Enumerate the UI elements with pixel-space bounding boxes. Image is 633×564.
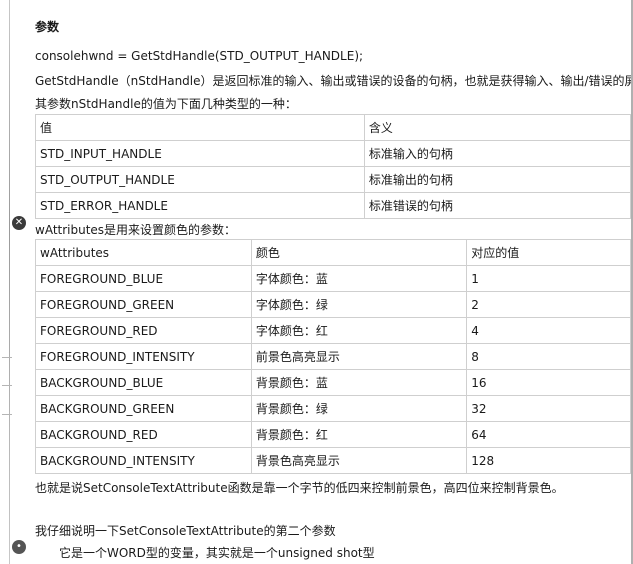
table-row: FOREGROUND_INTENSITY 前景色高亮显示 8 bbox=[35, 343, 631, 370]
table-header-cell: 含义 bbox=[363, 114, 631, 141]
attributes-table: wAttributes 颜色 对应的值 FOREGROUND_BLUE 字体颜色… bbox=[35, 239, 631, 474]
table-cell: 2 bbox=[466, 291, 631, 318]
article-viewport: 参数 consolehwnd = GetStdHandle(STD_OUTPUT… bbox=[35, 0, 631, 564]
table-cell: FOREGROUND_INTENSITY bbox=[35, 343, 252, 370]
table-header-cell: 颜色 bbox=[250, 239, 468, 266]
table-cell: 128 bbox=[466, 447, 631, 474]
explain-line: 我仔细说明一下SetConsoleTextAttribute的第二个参数 bbox=[35, 524, 336, 538]
table-header-row: wAttributes 颜色 对应的值 bbox=[35, 239, 631, 266]
margin-tick bbox=[2, 357, 12, 358]
summary-line: 也就是说SetConsoleTextAttribute函数是靠一个字节的低四来控… bbox=[35, 481, 564, 495]
table-row: STD_INPUT_HANDLE 标准输入的句柄 bbox=[35, 140, 631, 167]
margin-tick bbox=[2, 414, 12, 415]
table-cell: 64 bbox=[466, 421, 631, 448]
table-cell: 8 bbox=[466, 343, 631, 370]
table-cell: 32 bbox=[466, 395, 631, 422]
table-row: STD_ERROR_HANDLE 标准错误的句柄 bbox=[35, 192, 631, 219]
table-cell: 4 bbox=[466, 317, 631, 344]
table-cell: FOREGROUND_RED bbox=[35, 317, 252, 344]
table-row: FOREGROUND_RED 字体颜色：红 4 bbox=[35, 317, 631, 344]
table-cell: 背景颜色：红 bbox=[250, 421, 468, 448]
table-cell: 标准输入的句柄 bbox=[363, 140, 631, 167]
table-row: BACKGROUND_RED 背景颜色：红 64 bbox=[35, 421, 631, 448]
table-cell: STD_OUTPUT_HANDLE bbox=[35, 166, 365, 193]
attributes-intro: wAttributes是用来设置颜色的参数： bbox=[35, 223, 237, 237]
page-margin bbox=[0, 0, 14, 564]
section-heading: 参数 bbox=[35, 20, 60, 34]
table-row: BACKGROUND_GREEN 背景颜色：绿 32 bbox=[35, 395, 631, 422]
table-cell: 1 bbox=[466, 265, 631, 292]
table-header-cell: wAttributes bbox=[35, 239, 252, 266]
table-header-cell: 对应的值 bbox=[466, 239, 631, 266]
param-intro: 其参数nStdHandle的值为下面几种类型的一种： bbox=[35, 97, 297, 111]
table-row: FOREGROUND_GREEN 字体颜色：绿 2 bbox=[35, 291, 631, 318]
table-row: BACKGROUND_BLUE 背景颜色：蓝 16 bbox=[35, 369, 631, 396]
margin-rule bbox=[9, 0, 10, 564]
table-cell: 字体颜色：蓝 bbox=[250, 265, 468, 292]
table-cell: 标准错误的句柄 bbox=[363, 192, 631, 219]
table-row: STD_OUTPUT_HANDLE 标准输出的句柄 bbox=[35, 166, 631, 193]
table-cell: 背景色高亮显示 bbox=[250, 447, 468, 474]
table-cell: BACKGROUND_GREEN bbox=[35, 395, 252, 422]
margin-tick bbox=[2, 385, 12, 386]
table-cell: 字体颜色：红 bbox=[250, 317, 468, 344]
table-cell: BACKGROUND_INTENSITY bbox=[35, 447, 252, 474]
description-line: GetStdHandle（nStdHandle）是返回标准的输入、输出或错误的设… bbox=[35, 74, 631, 88]
table-cell: 16 bbox=[466, 369, 631, 396]
table-cell: 标准输出的句柄 bbox=[363, 166, 631, 193]
table-cell: BACKGROUND_RED bbox=[35, 421, 252, 448]
code-line: consolehwnd = GetStdHandle(STD_OUTPUT_HA… bbox=[35, 49, 364, 63]
table-cell: 背景颜色：绿 bbox=[250, 395, 468, 422]
word-type-line: 它是一个WORD型的变量，其实就是一个unsigned shot型 bbox=[59, 546, 375, 560]
close-icon[interactable]: ✕ bbox=[12, 216, 26, 230]
pin-icon[interactable]: • bbox=[12, 540, 26, 554]
table-cell: 前景色高亮显示 bbox=[250, 343, 468, 370]
table-cell: 字体颜色：绿 bbox=[250, 291, 468, 318]
table-cell: BACKGROUND_BLUE bbox=[35, 369, 252, 396]
table-cell: FOREGROUND_BLUE bbox=[35, 265, 252, 292]
table-header-cell: 值 bbox=[35, 114, 365, 141]
table-cell: FOREGROUND_GREEN bbox=[35, 291, 252, 318]
table-cell: STD_INPUT_HANDLE bbox=[35, 140, 365, 167]
table-cell: STD_ERROR_HANDLE bbox=[35, 192, 365, 219]
table-row: FOREGROUND_BLUE 字体颜色：蓝 1 bbox=[35, 265, 631, 292]
table-row: BACKGROUND_INTENSITY 背景色高亮显示 128 bbox=[35, 447, 631, 474]
handle-table: 值 含义 STD_INPUT_HANDLE 标准输入的句柄 STD_OUTPUT… bbox=[35, 114, 631, 219]
table-cell: 背景颜色：蓝 bbox=[250, 369, 468, 396]
table-header-row: 值 含义 bbox=[35, 114, 631, 141]
